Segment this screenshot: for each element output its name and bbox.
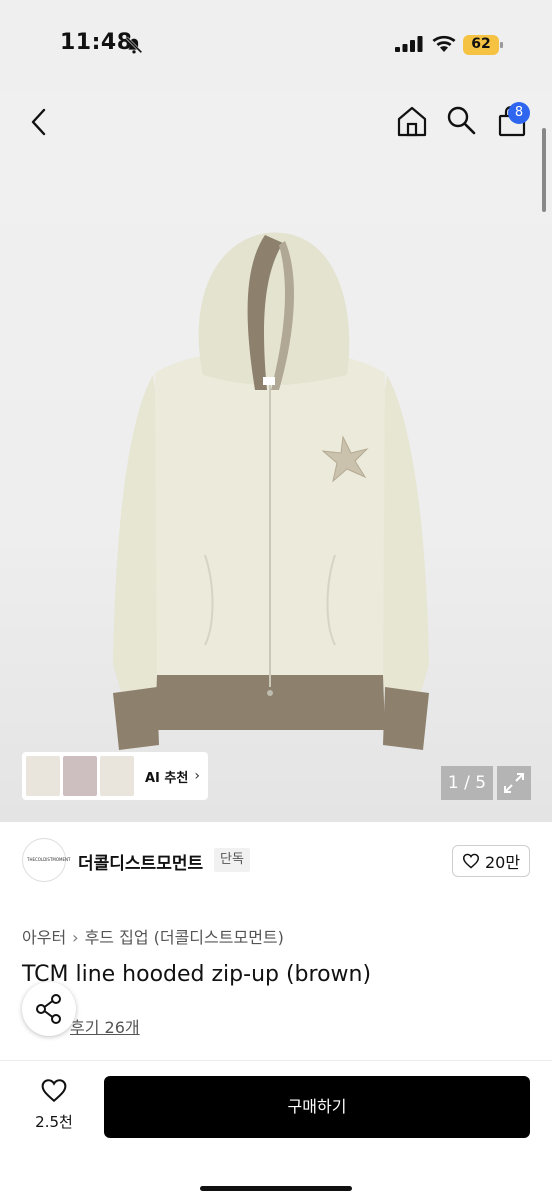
status-time: 11:48 — [60, 30, 133, 55]
home-indicator[interactable] — [200, 1186, 352, 1191]
recommend-thumbnail[interactable] — [26, 756, 60, 796]
ai-recommend-button[interactable]: AI 추천 › — [22, 752, 208, 800]
product-title: TCM line hooded zip-up (brown) — [22, 962, 372, 987]
back-arrow-icon[interactable] — [24, 104, 54, 140]
image-page-indicator: 1 / 5 — [441, 766, 493, 800]
status-bar: 11:48 62 — [0, 0, 552, 90]
product-image-gallery[interactable]: 8 AI 추천 › 1 / 5 — [0, 90, 552, 822]
expand-icon[interactable] — [497, 766, 531, 800]
recommend-thumbnail[interactable] — [100, 756, 134, 796]
cart-count-badge: 8 — [508, 102, 530, 124]
brand-logo-text: THECOLDISTMOMENT — [27, 857, 71, 862]
brand-row: THECOLDISTMOMENT 더콜디스트모먼트 단독 20만 — [0, 836, 552, 886]
search-icon[interactable] — [445, 104, 477, 136]
review-link[interactable]: 후기 26개 — [70, 1014, 140, 1038]
breadcrumb: 아우터 › 후드 집업 (더콜디스트모먼트) — [22, 924, 284, 948]
divider — [0, 1060, 552, 1061]
chevron-right-icon: › — [194, 768, 200, 784]
breadcrumb-item[interactable]: 아우터 — [22, 928, 66, 947]
buy-button[interactable]: 구매하기 — [104, 1076, 530, 1138]
brand-favorite-button[interactable]: 20만 — [452, 845, 530, 877]
like-button[interactable]: 2.5천 — [22, 1078, 86, 1136]
wifi-icon — [432, 35, 456, 52]
brand-logo[interactable]: THECOLDISTMOMENT — [22, 838, 71, 882]
product-hoodie-image — [113, 232, 429, 750]
favorite-count: 20만 — [484, 853, 521, 872]
home-icon[interactable] — [395, 104, 429, 138]
brand-name[interactable]: 더콜디스트모먼트 — [78, 849, 203, 874]
battery-indicator: 62 — [463, 35, 503, 55]
breadcrumb-item[interactable]: 후드 집업 (더콜디스트모먼트) — [85, 928, 284, 947]
ai-recommend-label: AI 추천 — [145, 770, 189, 786]
scrollbar[interactable] — [542, 128, 546, 212]
recommend-thumbnail[interactable] — [63, 756, 97, 796]
battery-level: 62 — [471, 36, 491, 52]
chevron-right-icon: › — [72, 928, 79, 947]
exclusive-tag: 단독 — [214, 848, 250, 872]
like-count: 2.5천 — [35, 1113, 73, 1131]
bell-slash-icon — [125, 36, 143, 54]
heart-icon — [41, 1079, 67, 1103]
cellular-signal-icon — [395, 36, 423, 52]
heart-icon — [462, 853, 479, 869]
share-icon[interactable] — [22, 982, 76, 1036]
